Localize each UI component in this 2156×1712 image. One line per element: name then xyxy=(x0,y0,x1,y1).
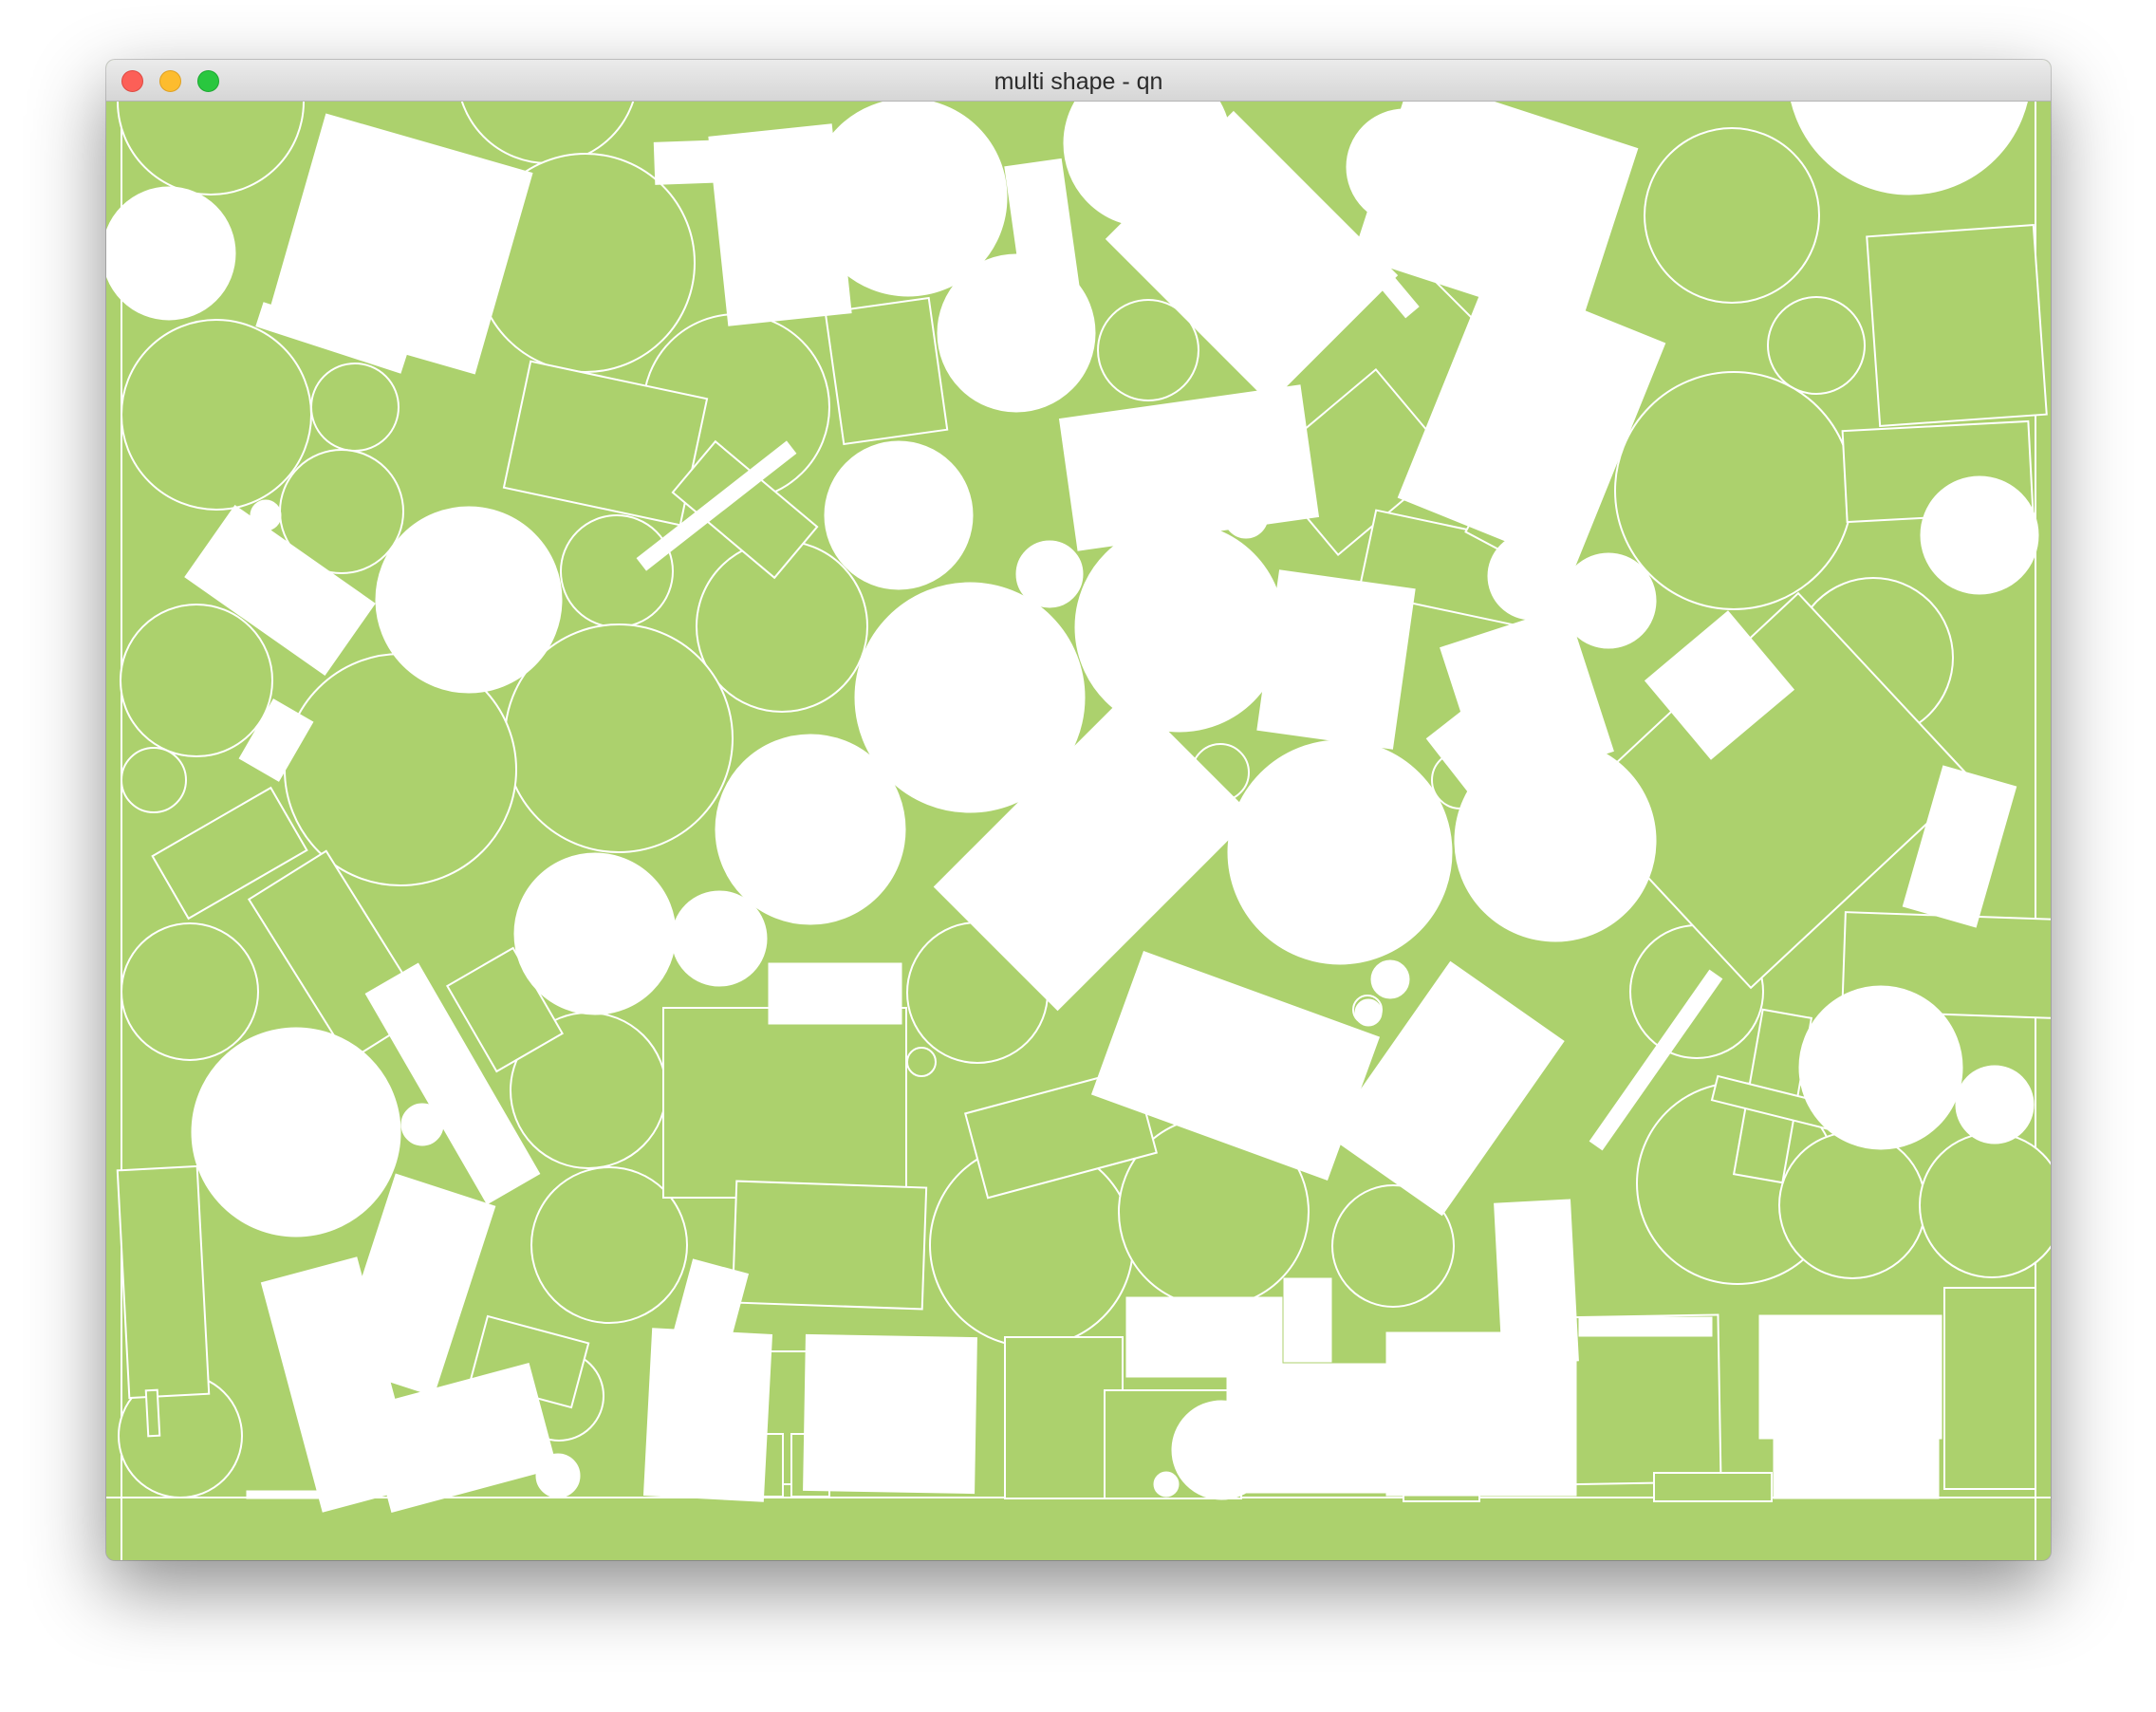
shape-rect xyxy=(1653,1472,1773,1502)
shape-circle xyxy=(1644,127,1820,304)
shape-circle xyxy=(121,747,187,813)
title-bar[interactable]: multi shape - qn xyxy=(106,60,2051,102)
shape-circle xyxy=(1778,1131,1926,1279)
shape-rect xyxy=(768,962,902,1025)
shape-rect xyxy=(1494,1199,1579,1366)
shape-rect xyxy=(1256,569,1416,750)
shape-rect xyxy=(362,1363,558,1513)
shape-rect xyxy=(642,1328,773,1502)
shape-circle xyxy=(824,440,974,590)
shape-circle xyxy=(1798,985,1963,1150)
shape-rect xyxy=(144,1388,161,1438)
shape-rect xyxy=(662,1007,907,1199)
shape-circle xyxy=(375,506,563,694)
shape-circle xyxy=(560,514,674,628)
shape-circle xyxy=(1955,1065,2035,1144)
shape-scene xyxy=(106,102,2051,1560)
shape-rect xyxy=(1943,1287,2036,1490)
shape-rect xyxy=(1773,1412,1940,1499)
shape-circle xyxy=(120,604,273,757)
shape-rect xyxy=(653,136,837,185)
shape-rect xyxy=(1378,273,1420,319)
shape-rect xyxy=(731,1180,928,1311)
shape-circle xyxy=(460,102,635,164)
app-window: multi shape - qn xyxy=(106,60,2051,1560)
shape-rect xyxy=(1866,224,2048,427)
shape-circle xyxy=(1919,1132,2051,1278)
shape-circle xyxy=(1614,371,1853,610)
shape-circle xyxy=(715,734,906,925)
physics-canvas[interactable] xyxy=(106,102,2051,1560)
shape-circle xyxy=(106,186,236,321)
shape-circle xyxy=(1370,959,1410,999)
shape-circle xyxy=(1354,998,1383,1027)
shape-rect xyxy=(1283,1277,1332,1363)
shape-rect xyxy=(116,1164,211,1400)
shape-circle xyxy=(1791,102,2028,195)
shape-rect xyxy=(803,1333,977,1495)
shape-rect xyxy=(1226,1363,1387,1494)
shape-circle xyxy=(906,1047,937,1077)
shape-circle xyxy=(1920,475,2039,595)
shape-rect xyxy=(1058,384,1320,551)
shape-circle xyxy=(1227,739,1453,965)
shape-circle xyxy=(310,363,400,452)
shape-circle xyxy=(1767,296,1866,395)
shape-rect xyxy=(246,1490,324,1499)
window-title: multi shape - qn xyxy=(994,68,1163,95)
shape-rect xyxy=(1578,1316,1713,1337)
shape-circle xyxy=(117,102,305,195)
shape-rect xyxy=(824,296,949,446)
shape-circle xyxy=(1153,1471,1180,1498)
shape-circle xyxy=(121,319,312,511)
shape-circle xyxy=(1074,522,1285,733)
shape-circle xyxy=(191,1027,401,1237)
shape-circle xyxy=(513,852,677,1015)
shape-circle xyxy=(671,890,768,987)
shape-circle xyxy=(121,922,259,1061)
